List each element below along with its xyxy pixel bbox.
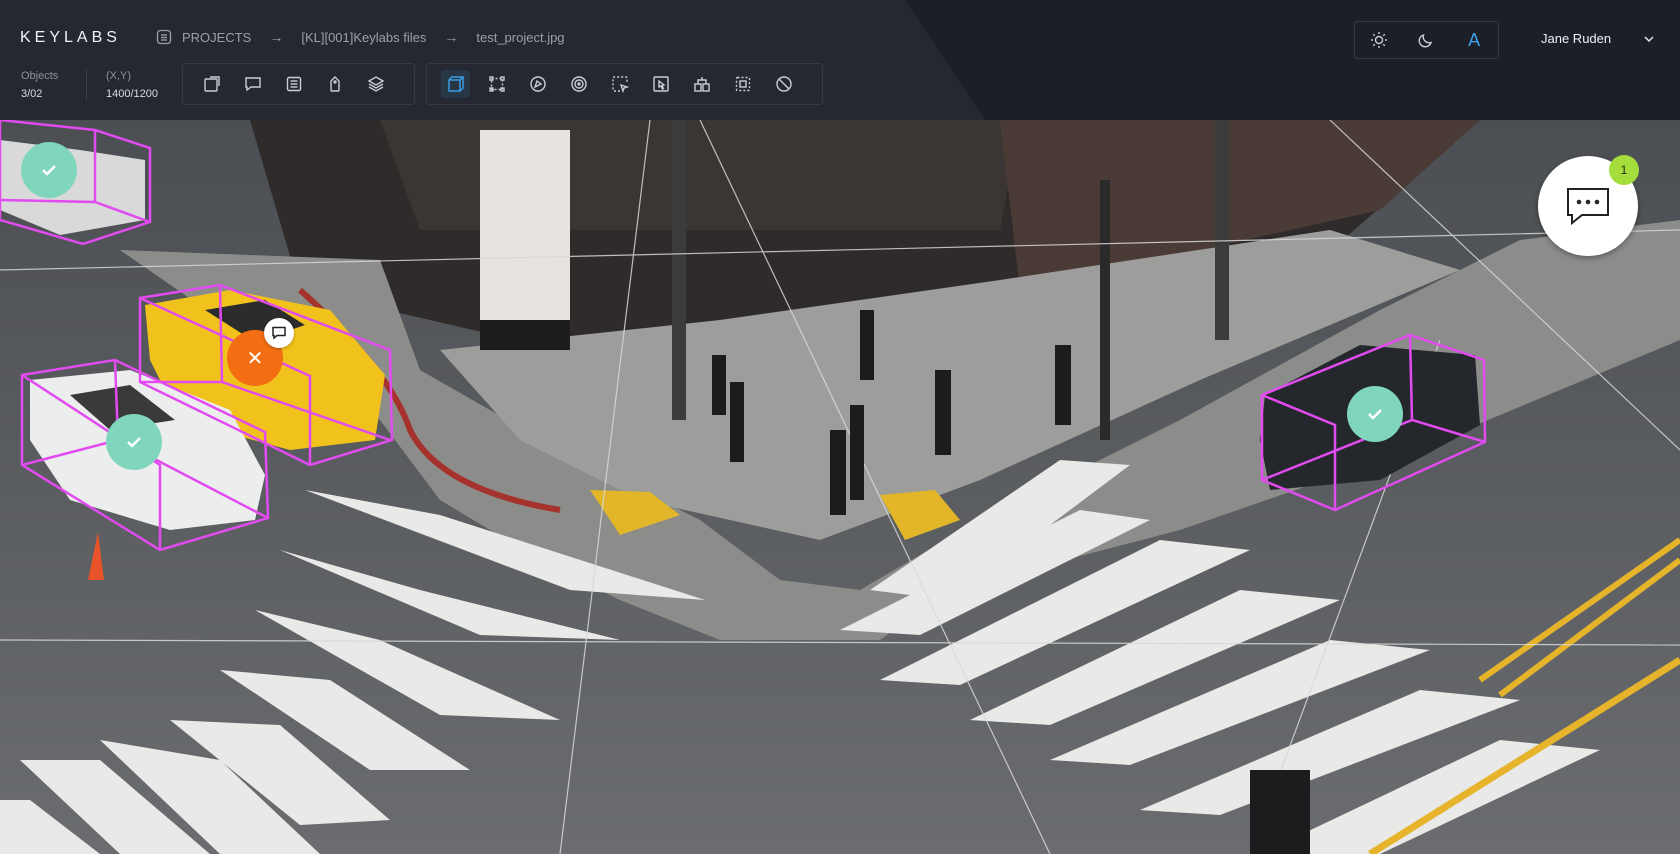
breadcrumb-file: test_project.jpg xyxy=(476,29,565,45)
street-photo xyxy=(0,120,1680,854)
comments-count-badge: 1 xyxy=(1609,155,1639,185)
close-icon: ✕ xyxy=(246,347,264,370)
breadcrumb-separator: → xyxy=(269,29,284,45)
select-pointer-icon[interactable] xyxy=(640,64,681,104)
ellipse-icon[interactable] xyxy=(558,64,599,104)
moon-icon[interactable] xyxy=(1411,25,1441,55)
tag-icon[interactable] xyxy=(314,64,355,104)
user-menu[interactable]: Jane Ruden xyxy=(1541,31,1655,46)
app-logo[interactable]: KEYLABS xyxy=(20,29,121,47)
user-name: Jane Ruden xyxy=(1541,31,1612,46)
split-icon[interactable] xyxy=(681,64,722,104)
coords-stat: (X,Y) 1400/1200 xyxy=(106,68,158,102)
check-icon xyxy=(127,437,141,448)
bounding-box-icon[interactable] xyxy=(476,64,517,104)
image-canvas[interactable]: ✕ xyxy=(0,120,1680,854)
comment-icon[interactable] xyxy=(232,64,273,104)
header-shade xyxy=(905,0,1680,120)
annotation-comment-button[interactable] xyxy=(264,318,294,348)
auto-theme-icon[interactable]: A xyxy=(1459,25,1489,55)
polygon-icon[interactable] xyxy=(517,64,558,104)
stat-divider xyxy=(86,69,87,101)
check-icon xyxy=(1368,409,1382,420)
top-header: KEYLABS PROJECTS → [KL][001]Keylabs file… xyxy=(0,0,1680,120)
mask-icon[interactable] xyxy=(722,64,763,104)
theme-switcher: A xyxy=(1354,21,1499,59)
chevron-down-icon xyxy=(1644,35,1654,42)
cursor-select-icon[interactable] xyxy=(599,64,640,104)
new-object-icon[interactable] xyxy=(191,64,232,104)
breadcrumb-projects[interactable]: PROJECTS xyxy=(182,30,251,45)
objects-label: Objects xyxy=(21,70,59,82)
approved-badge[interactable] xyxy=(1347,386,1403,442)
objects-value: 3/02 xyxy=(21,88,43,100)
coords-value: 1400/1200 xyxy=(106,88,158,100)
project-list-icon[interactable] xyxy=(156,29,172,45)
comment-icon xyxy=(1567,188,1609,226)
breadcrumb-folder[interactable]: [KL][001]Keylabs files xyxy=(301,30,426,45)
approved-badge[interactable] xyxy=(106,414,162,470)
breadcrumb: PROJECTS → [KL][001]Keylabs files → test… xyxy=(156,29,565,45)
comment-icon xyxy=(272,326,286,340)
list-icon[interactable] xyxy=(273,64,314,104)
toolbar-annotation xyxy=(426,63,823,105)
toolbar-left xyxy=(182,63,415,105)
coords-label: (X,Y) xyxy=(106,70,132,82)
layers-icon[interactable] xyxy=(355,64,396,104)
objects-stat: Objects 3/02 xyxy=(21,68,58,102)
cuboid-icon[interactable] xyxy=(435,64,476,104)
no-entry-icon[interactable] xyxy=(763,64,804,104)
breadcrumb-separator: → xyxy=(444,29,459,45)
check-icon xyxy=(42,165,56,176)
approved-badge[interactable] xyxy=(21,142,77,198)
sun-icon[interactable] xyxy=(1364,25,1394,55)
